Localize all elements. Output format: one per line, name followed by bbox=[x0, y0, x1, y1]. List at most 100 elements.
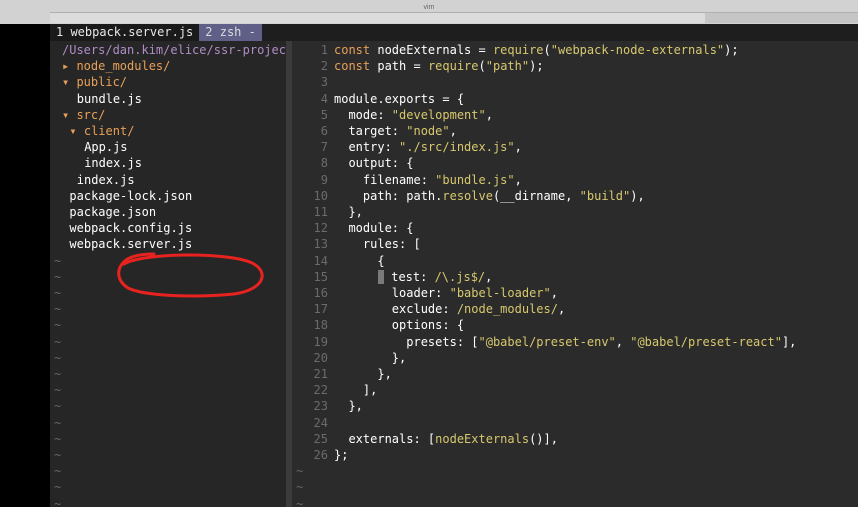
tree-root-path[interactable]: /Users/dan.kim/elice/ssr-project/ bbox=[62, 42, 300, 58]
code-token: }, bbox=[334, 350, 407, 365]
line-number: 7 bbox=[320, 140, 328, 155]
code-token: "node" bbox=[406, 124, 450, 138]
code-line[interactable]: 5 mode: "development", bbox=[292, 107, 493, 123]
code-editor[interactable]: 1 const nodeExternals = require("webpack-… bbox=[292, 41, 858, 507]
code-line[interactable]: 1 const nodeExternals = require("webpack-… bbox=[292, 42, 739, 58]
line-number: 17 bbox=[313, 302, 328, 317]
line-number: 9 bbox=[320, 172, 328, 187]
code-token: exclude: bbox=[334, 302, 457, 317]
window-title: vim bbox=[423, 4, 435, 11]
code-line[interactable]: 7 entry: "./src/index.js", bbox=[292, 139, 522, 155]
terminal-tabstrip bbox=[50, 12, 858, 23]
line-number: 22 bbox=[313, 383, 328, 398]
code-token: "build" bbox=[579, 188, 631, 203]
code-line[interactable]: 18 options: { bbox=[292, 317, 465, 333]
code-line[interactable]: 17 exclude: /node_modules/, bbox=[292, 301, 566, 317]
tree-folder[interactable]: ▾ src/ bbox=[62, 107, 105, 123]
code-token: module: { bbox=[334, 221, 414, 236]
tab-webpack-server[interactable]: 1 webpack.server.js bbox=[50, 24, 200, 41]
code-line[interactable]: 13 rules: [ bbox=[292, 236, 421, 252]
line-number: 10 bbox=[313, 188, 328, 203]
code-token: ()], bbox=[529, 431, 558, 446]
code-line[interactable]: 25 externals: [nodeExternals()], bbox=[292, 431, 558, 447]
tree-folder[interactable]: ▾ public/ bbox=[62, 74, 127, 90]
line-number: 15 bbox=[313, 269, 328, 284]
empty-line-marker: ~ bbox=[54, 464, 62, 479]
code-line[interactable]: 22 ], bbox=[292, 382, 378, 398]
line-number: 2 bbox=[320, 59, 328, 74]
empty-line-marker: ~ bbox=[54, 286, 62, 300]
code-token: entry: bbox=[334, 140, 400, 155]
code-line[interactable]: 6 target: "node", bbox=[292, 123, 457, 139]
code-token: rules: [ bbox=[334, 237, 421, 252]
code-line[interactable]: 20 }, bbox=[292, 350, 407, 366]
caret-down-icon[interactable]: ▾ bbox=[69, 124, 83, 138]
tree-file[interactable]: bundle.js bbox=[77, 91, 142, 107]
code-token: "path" bbox=[485, 59, 530, 74]
code-token: module.exports = { bbox=[334, 91, 465, 106]
code-line[interactable]: 9 filename: "bundle.js", bbox=[292, 172, 522, 188]
tree-file[interactable]: index.js bbox=[77, 172, 135, 188]
tree-file[interactable]: App.js bbox=[84, 139, 127, 155]
empty-line-marker: ~ bbox=[54, 415, 62, 430]
empty-line-marker: ~ bbox=[54, 269, 62, 284]
empty-line-marker: ~ bbox=[54, 399, 62, 414]
code-token: ), bbox=[630, 188, 645, 203]
terminal-tab-active[interactable] bbox=[50, 13, 705, 23]
window-titlebar: vim bbox=[0, 0, 858, 25]
code-token: ], bbox=[781, 334, 797, 349]
empty-line-marker: ~ bbox=[54, 448, 62, 462]
line-number: 3 bbox=[320, 75, 328, 90]
line-number: 23 bbox=[313, 399, 328, 414]
code-token: const bbox=[334, 59, 378, 74]
caret-down-icon[interactable]: ▾ bbox=[62, 75, 76, 89]
code-line[interactable]: 21 }, bbox=[292, 366, 392, 382]
code-token: ], bbox=[334, 383, 378, 398]
tree-file[interactable]: index.js bbox=[84, 155, 142, 171]
line-number: 18 bbox=[313, 318, 328, 333]
line-number: 5 bbox=[320, 107, 328, 122]
code-token: , bbox=[514, 140, 522, 155]
code-line[interactable]: 10 path: path.resolve(__dirname, "build"… bbox=[292, 188, 645, 204]
empty-line-marker: ~ bbox=[54, 480, 62, 495]
code-line[interactable]: 19 presets: ["@babel/preset-env", "@babe… bbox=[292, 334, 797, 350]
tree-file[interactable]: package-lock.json bbox=[69, 188, 192, 204]
code-token: "bundle.js" bbox=[435, 172, 515, 187]
code-line[interactable]: 16 loader: "babel-loader", bbox=[292, 285, 558, 301]
code-line[interactable]: 11 }, bbox=[292, 204, 363, 220]
code-token: filename: bbox=[334, 172, 436, 187]
line-number: 1 bbox=[320, 43, 328, 57]
line-number: 8 bbox=[320, 156, 328, 171]
code-token: ); bbox=[724, 43, 739, 57]
tree-file[interactable]: package.json bbox=[69, 204, 156, 220]
code-line[interactable]: 24 bbox=[292, 415, 334, 431]
code-line[interactable]: 2 const path = require("path"); bbox=[292, 58, 544, 74]
code-line[interactable]: 15 test: /\.js$/, bbox=[292, 269, 492, 285]
caret-right-icon[interactable]: ▸ bbox=[62, 59, 76, 73]
tree-item-label: index.js bbox=[84, 156, 142, 171]
code-line[interactable]: 14 { bbox=[292, 253, 385, 269]
caret-down-icon[interactable]: ▾ bbox=[62, 108, 76, 122]
code-token: "babel-loader" bbox=[449, 286, 551, 300]
line-number: 20 bbox=[313, 350, 328, 365]
code-token: }, bbox=[334, 399, 363, 414]
line-number: 16 bbox=[313, 286, 328, 300]
code-token: options: { bbox=[334, 318, 465, 333]
tab-zsh[interactable]: 2 zsh - bbox=[199, 24, 262, 41]
empty-line-marker: ~ bbox=[54, 367, 62, 381]
code-line[interactable]: 3 bbox=[292, 74, 334, 90]
code-token: output: { bbox=[334, 156, 414, 171]
code-line[interactable]: 12 module: { bbox=[292, 220, 414, 236]
code-line[interactable]: 4 module.exports = { bbox=[292, 91, 464, 107]
tree-file[interactable]: webpack.config.js bbox=[69, 220, 192, 236]
code-token: (__dirname, bbox=[492, 188, 580, 203]
empty-line-marker: ~ bbox=[54, 253, 62, 268]
tree-folder[interactable]: ▸ node_modules/ bbox=[62, 58, 170, 74]
code-line[interactable]: 23 }, bbox=[292, 398, 363, 414]
code-line[interactable]: 8 output: { bbox=[292, 155, 414, 171]
code-token: ( bbox=[478, 59, 486, 74]
tree-folder[interactable]: ▾ client/ bbox=[69, 123, 134, 139]
code-line[interactable]: 26}; bbox=[292, 447, 349, 463]
tree-item-label: package-lock.json bbox=[69, 188, 193, 203]
code-token: resolve bbox=[442, 188, 493, 203]
